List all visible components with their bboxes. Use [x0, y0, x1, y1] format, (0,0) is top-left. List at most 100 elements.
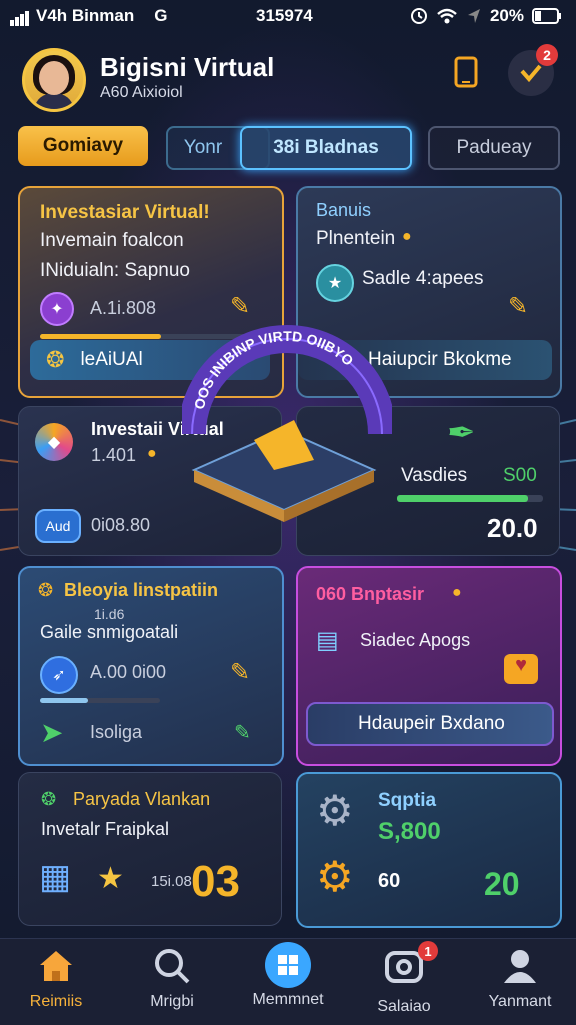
chart-icon: ◆	[35, 423, 73, 461]
tab-yonr-label: Yonr	[183, 137, 223, 158]
card-value: A.1i.808	[90, 298, 157, 318]
arc-text: OOS INIBINP VIRTD OIIBYO	[191, 328, 357, 411]
signal-icon	[10, 6, 30, 26]
card-small: 15i.08	[151, 873, 192, 890]
nav-grid[interactable]: Memmnet	[238, 942, 338, 1021]
pencil-icon: ✎	[230, 659, 251, 686]
card-bnptasir[interactable]: 060 Bnptasir ● ▤ Siadec Apogs ♥ Hdaupeir…	[296, 566, 562, 766]
svg-text:OOS INIBINP VIRTD OIIBYO: OOS INIBINP VIRTD OIIBYO	[191, 328, 357, 411]
card-pill[interactable]: Hdaupeir Bxdano	[306, 702, 554, 746]
page-subtitle: A60 Aixioiol	[100, 84, 183, 101]
bottom-nav: Reimiis Mrigbi Memmnet 1 Salaiao Yanmant	[0, 938, 576, 1025]
grid-icon	[265, 942, 311, 988]
user-icon	[504, 950, 536, 983]
card-title: Sqptia	[378, 790, 437, 811]
pill-label: Hdaupeir Bxdano	[358, 713, 505, 734]
nav-profile[interactable]: Yanmant	[470, 947, 570, 1021]
nav-label: Memmnet	[252, 991, 324, 1008]
card-title: Banuis	[316, 200, 372, 220]
coin-icon: ●	[147, 445, 157, 462]
phone-button[interactable]	[448, 54, 484, 90]
card-value: S,800	[378, 818, 441, 845]
star-icon: ★	[316, 264, 354, 302]
card-amount: 20.0	[487, 513, 538, 543]
card-title: 060 Bnptasir	[316, 584, 425, 604]
card-item: Isoliga	[90, 722, 143, 742]
card-item: Siadec Apogs	[360, 630, 471, 650]
card-value: 0i08.80	[91, 515, 151, 535]
avatar[interactable]	[22, 48, 86, 112]
card-line: Plnentein	[316, 228, 396, 249]
chart-icon: ▤	[316, 627, 339, 654]
battery-percent: 20%	[489, 6, 524, 25]
progress-bar	[397, 495, 543, 502]
card-value: 1.401	[91, 445, 137, 465]
pill-label: leAiUAl	[80, 349, 143, 370]
gear-icon: ⚙	[316, 787, 354, 834]
card-line: Invemain foalcon	[40, 230, 184, 251]
phone-icon	[454, 56, 478, 88]
notification-button[interactable]: 2	[508, 44, 558, 96]
heart-icon: ♥	[504, 654, 538, 684]
wifi-icon	[437, 8, 457, 24]
search-icon	[155, 949, 190, 984]
card-label-value: S00	[503, 465, 537, 486]
card-title: Investasiar Virtual!	[40, 202, 210, 223]
tab-bar: Gomiavy Yonr 38i Bladnas Padueay	[0, 126, 576, 170]
send-icon: ➤	[40, 717, 64, 748]
card-item: Sadle 4:apees	[362, 268, 484, 289]
server-icon: ▦	[39, 858, 72, 896]
card-label: Vasdies	[401, 465, 468, 486]
card-value: 20	[484, 866, 520, 902]
card-big-number: 03	[191, 857, 240, 906]
check-icon	[520, 64, 542, 83]
coin-icon: ❂	[38, 580, 54, 600]
pencil-icon: ✎	[234, 722, 251, 744]
card-value: 60	[378, 870, 401, 892]
card-value: A.00 0i00	[90, 662, 167, 682]
app-header: Bigisni Virtual A60 Aixioiol 2	[0, 36, 576, 120]
coin-icon: ●	[452, 584, 462, 601]
card-subvalue: 1i.d6	[94, 606, 125, 622]
card-bleoyia[interactable]: ❂ Bleoyia linstpatiin 1i.d6 Gaile snmigo…	[18, 566, 284, 766]
alarm-icon	[410, 8, 427, 24]
star-icon: ★	[97, 862, 124, 895]
status-time: 315974	[256, 6, 313, 25]
nav-label: Mrigbi	[150, 993, 194, 1010]
gear-icon: ⚙	[316, 853, 354, 900]
location-icon	[467, 9, 480, 23]
tab-bladnas[interactable]: 38i Bladnas	[240, 126, 412, 170]
status-bar: V4h Binman G 315974 20%	[0, 0, 576, 32]
nav-home[interactable]: Reimiis	[6, 947, 106, 1021]
nav-camera[interactable]: 1 Salaiao	[354, 941, 454, 1021]
progress-bar	[40, 698, 160, 703]
pen-icon: ✒	[447, 414, 476, 452]
card-chip[interactable]: Aud	[35, 509, 81, 543]
rocket-icon: ➶	[40, 656, 78, 694]
card-sqptia[interactable]: ⚙ Sqptia S,800 ⚙ 60 20	[296, 772, 562, 928]
coin-icon: ❂	[46, 347, 65, 372]
nav-label: Yanmant	[488, 993, 552, 1010]
carrier-g-icon: G	[154, 6, 168, 25]
card-title: Bleoyia linstpatiin	[64, 580, 219, 600]
tab-padueay[interactable]: Padueay	[428, 126, 560, 170]
nav-badge: 1	[418, 941, 438, 961]
notification-badge: 2	[536, 44, 558, 66]
card-line: INiduialn: Sapnuo	[40, 260, 190, 281]
battery-icon	[532, 8, 561, 24]
card-line: Gaile snmigoatali	[40, 622, 179, 642]
carrier-name: V4h Binman	[36, 6, 135, 25]
card-title: Paryada Vlankan	[73, 789, 211, 809]
card-paryada[interactable]: ❂ Paryada Vlankan Invetalr Fraipkal ▦ ★ …	[18, 772, 282, 926]
tab-gomiavy[interactable]: Gomiavy	[18, 126, 148, 166]
coin-icon: ●	[402, 228, 412, 245]
page-title: Bigisni Virtual	[100, 52, 275, 82]
nav-search[interactable]: Mrigbi	[122, 947, 222, 1021]
nav-label: Reimiis	[29, 993, 83, 1010]
rocket-icon: ✦	[40, 292, 74, 326]
card-line: Invetalr Fraipkal	[41, 819, 170, 839]
home-icon	[40, 951, 72, 981]
nav-label: Salaiao	[377, 998, 431, 1015]
pencil-icon: ✎	[508, 293, 529, 320]
coin-icon: ❂	[41, 789, 57, 809]
